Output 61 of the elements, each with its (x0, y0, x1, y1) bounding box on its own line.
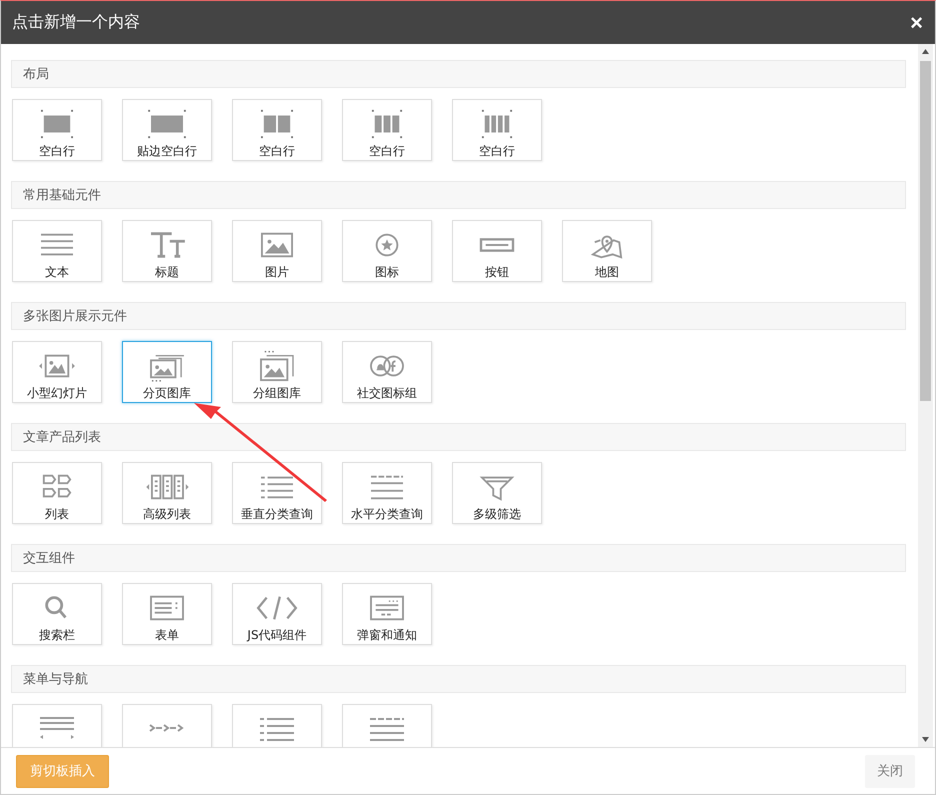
component-tile[interactable]: 水平分类查询 (342, 462, 432, 524)
component-tile[interactable]: 多级筛选 (452, 462, 542, 524)
component-tile[interactable]: JS代码组件 (232, 583, 322, 645)
component-tile[interactable]: 小型幻灯片 (12, 341, 102, 403)
window-title: 点击新增一个内容 (12, 12, 140, 33)
component-tile[interactable]: 分页图库 (122, 341, 212, 403)
columns-icon (146, 474, 189, 500)
code-icon (256, 596, 298, 620)
popup-icon (370, 596, 404, 620)
scroll-down-icon[interactable] (922, 737, 929, 742)
component-tile[interactable]: 分组图库 (232, 341, 322, 403)
component-tile[interactable]: 图标 (342, 220, 432, 282)
funnel-icon (480, 476, 514, 501)
component-tile[interactable]: 弹窗和通知 (342, 583, 432, 645)
search-icon (45, 596, 67, 618)
gallery-icon (260, 350, 294, 382)
component-tile[interactable]: 空白行 (12, 99, 102, 161)
component-tile[interactable]: 高级列表 (122, 462, 212, 524)
section-header: 常用基础元件 (11, 181, 906, 209)
component-tile[interactable]: 文本 (12, 220, 102, 282)
component-tile[interactable]: 列表 (12, 462, 102, 524)
component-tile[interactable]: 空白行 (232, 99, 322, 161)
section-header: 交互组件 (11, 544, 906, 572)
component-tile[interactable]: 空白行 (452, 99, 542, 161)
form-icon (150, 596, 184, 620)
component-tile[interactable]: 搜索栏 (12, 583, 102, 645)
social-circles-icon (370, 356, 404, 376)
heading-icon (150, 232, 186, 258)
blank-row-icon (148, 110, 186, 138)
dashed-lines-icon (370, 718, 404, 741)
component-tile[interactable]: 空白行 (342, 99, 432, 161)
component-tile[interactable]: 标题 (122, 220, 212, 282)
component-tile[interactable]: 贴边空白行 (122, 99, 212, 161)
image-icon (261, 232, 293, 258)
section-header: 多张图片展示元件 (11, 302, 906, 330)
three-column-icon (372, 110, 402, 138)
gallery-icon (150, 354, 185, 382)
section-header: 菜单与导航 (11, 665, 906, 693)
section-header: 文章产品列表 (11, 423, 906, 451)
component-tile[interactable]: 图片 (232, 220, 322, 282)
component-tile[interactable]: 社交图标组 (342, 341, 432, 403)
text-lines-icon (41, 234, 73, 256)
button-icon (480, 238, 514, 252)
tag-grid-icon (42, 474, 72, 498)
blank-row-icon (41, 110, 73, 138)
menu-lines-icon (40, 717, 74, 739)
dashed-lines-icon (371, 476, 403, 500)
dashed-list-icon (260, 718, 294, 741)
scroll-up-icon[interactable] (922, 49, 929, 54)
two-column-icon (261, 110, 293, 138)
slideshow-icon (39, 354, 75, 378)
breadcrumb-icon (149, 724, 184, 732)
component-tile[interactable]: 按钮 (452, 220, 542, 282)
four-column-icon (482, 110, 512, 138)
close-button[interactable]: 关闭 (865, 754, 915, 788)
section-header: 布局 (11, 60, 906, 88)
dashed-list-icon (261, 476, 293, 498)
component-tile[interactable]: 垂直分类查询 (232, 462, 322, 524)
component-tile[interactable]: 地图 (562, 220, 652, 282)
map-pin-icon (592, 236, 622, 259)
component-tile[interactable]: 表单 (122, 583, 212, 645)
